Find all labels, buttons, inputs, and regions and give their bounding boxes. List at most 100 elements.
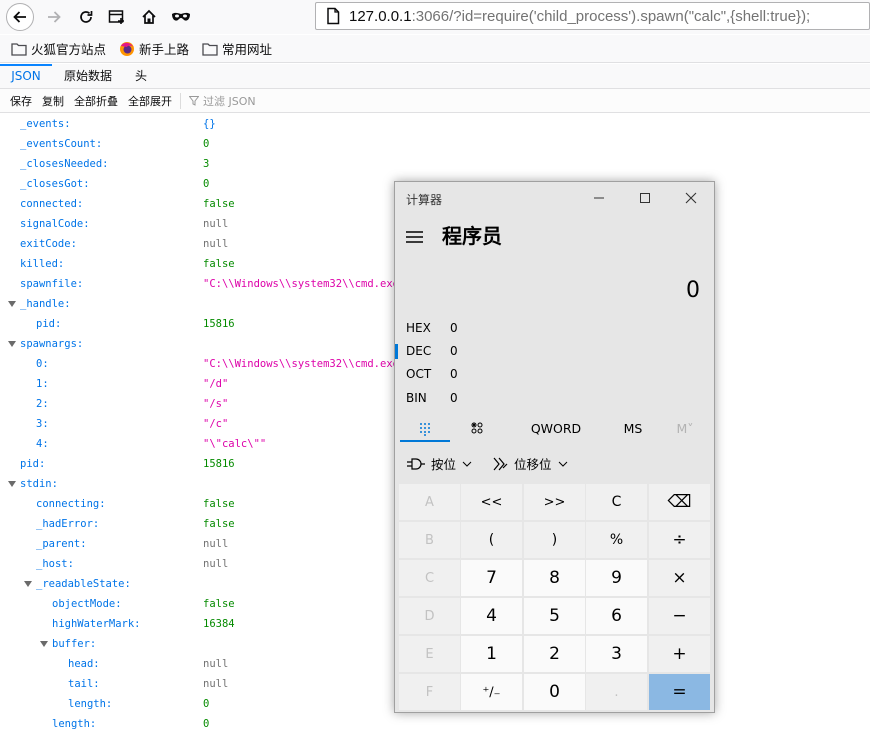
hex-d-button[interactable]: D <box>399 598 460 634</box>
add-button[interactable]: + <box>649 636 710 672</box>
forward-button[interactable] <box>40 3 68 31</box>
negate-button[interactable]: ⁺∕₋ <box>461 674 522 710</box>
memory-button[interactable]: M˅ <box>663 418 707 444</box>
minimize-button[interactable] <box>576 187 622 209</box>
digit-7-button[interactable]: 7 <box>461 560 522 596</box>
home-button[interactable] <box>135 3 163 31</box>
base-row-dec[interactable]: DEC 0 <box>406 340 458 362</box>
backspace-button[interactable]: ⌫ <box>649 484 710 520</box>
expand-all-button[interactable]: 全部展开 <box>128 93 172 109</box>
close-paren-button[interactable]: ) <box>524 522 585 558</box>
tree-value: {} <box>203 118 216 130</box>
tree-key: _eventsCount: <box>20 138 103 150</box>
expand-toggle-icon[interactable] <box>40 641 48 647</box>
tree-value: 0 <box>203 138 210 150</box>
tree-value: false <box>203 198 235 210</box>
expand-toggle-icon[interactable] <box>8 341 16 347</box>
tree-value: 0 <box>203 698 210 710</box>
bookmark-item[interactable]: 新手上路 <box>119 39 189 58</box>
bit-toggle-keypad-button[interactable] <box>455 418 499 444</box>
memory-store-button[interactable]: MS <box>611 418 655 444</box>
expand-toggle-icon[interactable] <box>24 581 32 587</box>
digit-1-button[interactable]: 1 <box>461 636 522 672</box>
hex-e-button[interactable]: E <box>399 636 460 672</box>
tab-json[interactable]: JSON <box>0 64 52 88</box>
expand-toggle-icon[interactable] <box>8 481 16 487</box>
clear-button[interactable]: C <box>586 484 647 520</box>
close-button[interactable] <box>668 187 714 209</box>
base-row-oct[interactable]: OCT 0 <box>406 363 458 385</box>
bitwise-dropdown[interactable]: 按位 <box>407 454 478 473</box>
window-title: 计算器 <box>406 193 443 207</box>
multiply-button[interactable]: × <box>649 560 710 596</box>
tree-value: null <box>203 238 229 250</box>
word-size-button[interactable]: QWORD <box>523 418 589 444</box>
filter-icon <box>189 95 199 106</box>
digit-8-button[interactable]: 8 <box>524 560 585 596</box>
hex-f-button[interactable]: F <box>399 674 460 710</box>
save-button[interactable]: 保存 <box>10 93 32 109</box>
tree-row[interactable]: _events: {} <box>0 114 870 134</box>
calculator-window: 计算器 程序员 0 HEX 0 DEC 0 OCT 0 BIN 0 QWORD MS M… <box>394 181 715 713</box>
digit-3-button[interactable]: 3 <box>586 636 647 672</box>
tree-key: length: <box>52 718 97 730</box>
tree-value: 15816 <box>203 318 235 330</box>
digit-6-button[interactable]: 6 <box>586 598 647 634</box>
tree-value: null <box>203 218 229 230</box>
base-row-bin[interactable]: BIN 0 <box>406 387 458 409</box>
digit-4-button[interactable]: 4 <box>461 598 522 634</box>
digit-9-button[interactable]: 9 <box>586 560 647 596</box>
equals-button[interactable]: = <box>649 674 710 710</box>
hex-b-button[interactable]: B <box>399 522 460 558</box>
navigation-menu-button[interactable] <box>406 228 423 247</box>
tree-key: connected: <box>20 198 84 210</box>
bookmark-item[interactable]: 火狐官方站点 <box>11 39 106 58</box>
tree-value: null <box>203 678 229 690</box>
hex-c-button[interactable]: C <box>399 560 460 596</box>
hex-a-button[interactable]: A <box>399 484 460 520</box>
base-value: 0 <box>450 321 458 335</box>
filter-json-input[interactable]: 过滤 JSON <box>180 92 256 109</box>
tree-row[interactable]: _eventsCount: 0 <box>0 134 870 154</box>
subtract-button[interactable]: − <box>649 598 710 634</box>
digit-5-button[interactable]: 5 <box>524 598 585 634</box>
expand-toggle-icon[interactable] <box>8 301 16 307</box>
collapse-all-button[interactable]: 全部折叠 <box>74 93 118 109</box>
base-row-hex[interactable]: HEX 0 <box>406 317 458 339</box>
tree-row[interactable]: _closesNeeded: 3 <box>0 154 870 174</box>
logic-gate-icon <box>407 457 425 470</box>
tab-raw-data[interactable]: 原始数据 <box>52 64 124 88</box>
tree-key: pid: <box>20 458 46 470</box>
bookmark-label: 火狐官方站点 <box>31 42 107 57</box>
back-button[interactable] <box>6 3 34 31</box>
tree-value: false <box>203 598 235 610</box>
left-shift-button[interactable]: << <box>461 484 522 520</box>
divide-button[interactable]: ÷ <box>649 522 710 558</box>
copy-button[interactable]: 复制 <box>42 93 64 109</box>
tab-headers[interactable]: 头 <box>124 64 158 88</box>
reload-button[interactable] <box>72 3 100 31</box>
hamburger-icon <box>406 231 423 243</box>
digit-2-button[interactable]: 2 <box>524 636 585 672</box>
open-paren-button[interactable]: ( <box>461 522 522 558</box>
tree-value: 0 <box>203 178 210 190</box>
bitshift-dropdown[interactable]: 位移位 <box>492 454 574 473</box>
private-browsing-button[interactable] <box>167 3 195 31</box>
right-shift-button[interactable]: >> <box>524 484 585 520</box>
decimal-button[interactable]: . <box>586 674 647 710</box>
tree-key: head: <box>68 658 100 670</box>
new-tab-button[interactable] <box>103 3 131 31</box>
tree-value: "C:\\Windows\\system32\\cmd.exe" <box>203 358 406 370</box>
tree-value: "/d" <box>203 378 229 390</box>
keypad-icon <box>420 423 430 436</box>
bit-toggle-icon <box>471 422 483 434</box>
tree-key: 0: <box>36 358 49 370</box>
tree-key: buffer: <box>52 638 97 650</box>
digit-0-button[interactable]: 0 <box>524 674 585 710</box>
maximize-button[interactable] <box>622 187 668 209</box>
tree-key: length: <box>68 698 113 710</box>
bookmark-item[interactable]: 常用网址 <box>202 39 272 58</box>
modulo-button[interactable]: % <box>586 522 647 558</box>
address-bar[interactable]: 127.0.0.1:3066/?id=require('child_proces… <box>315 2 870 30</box>
tree-row[interactable]: length: 0 <box>0 714 870 731</box>
